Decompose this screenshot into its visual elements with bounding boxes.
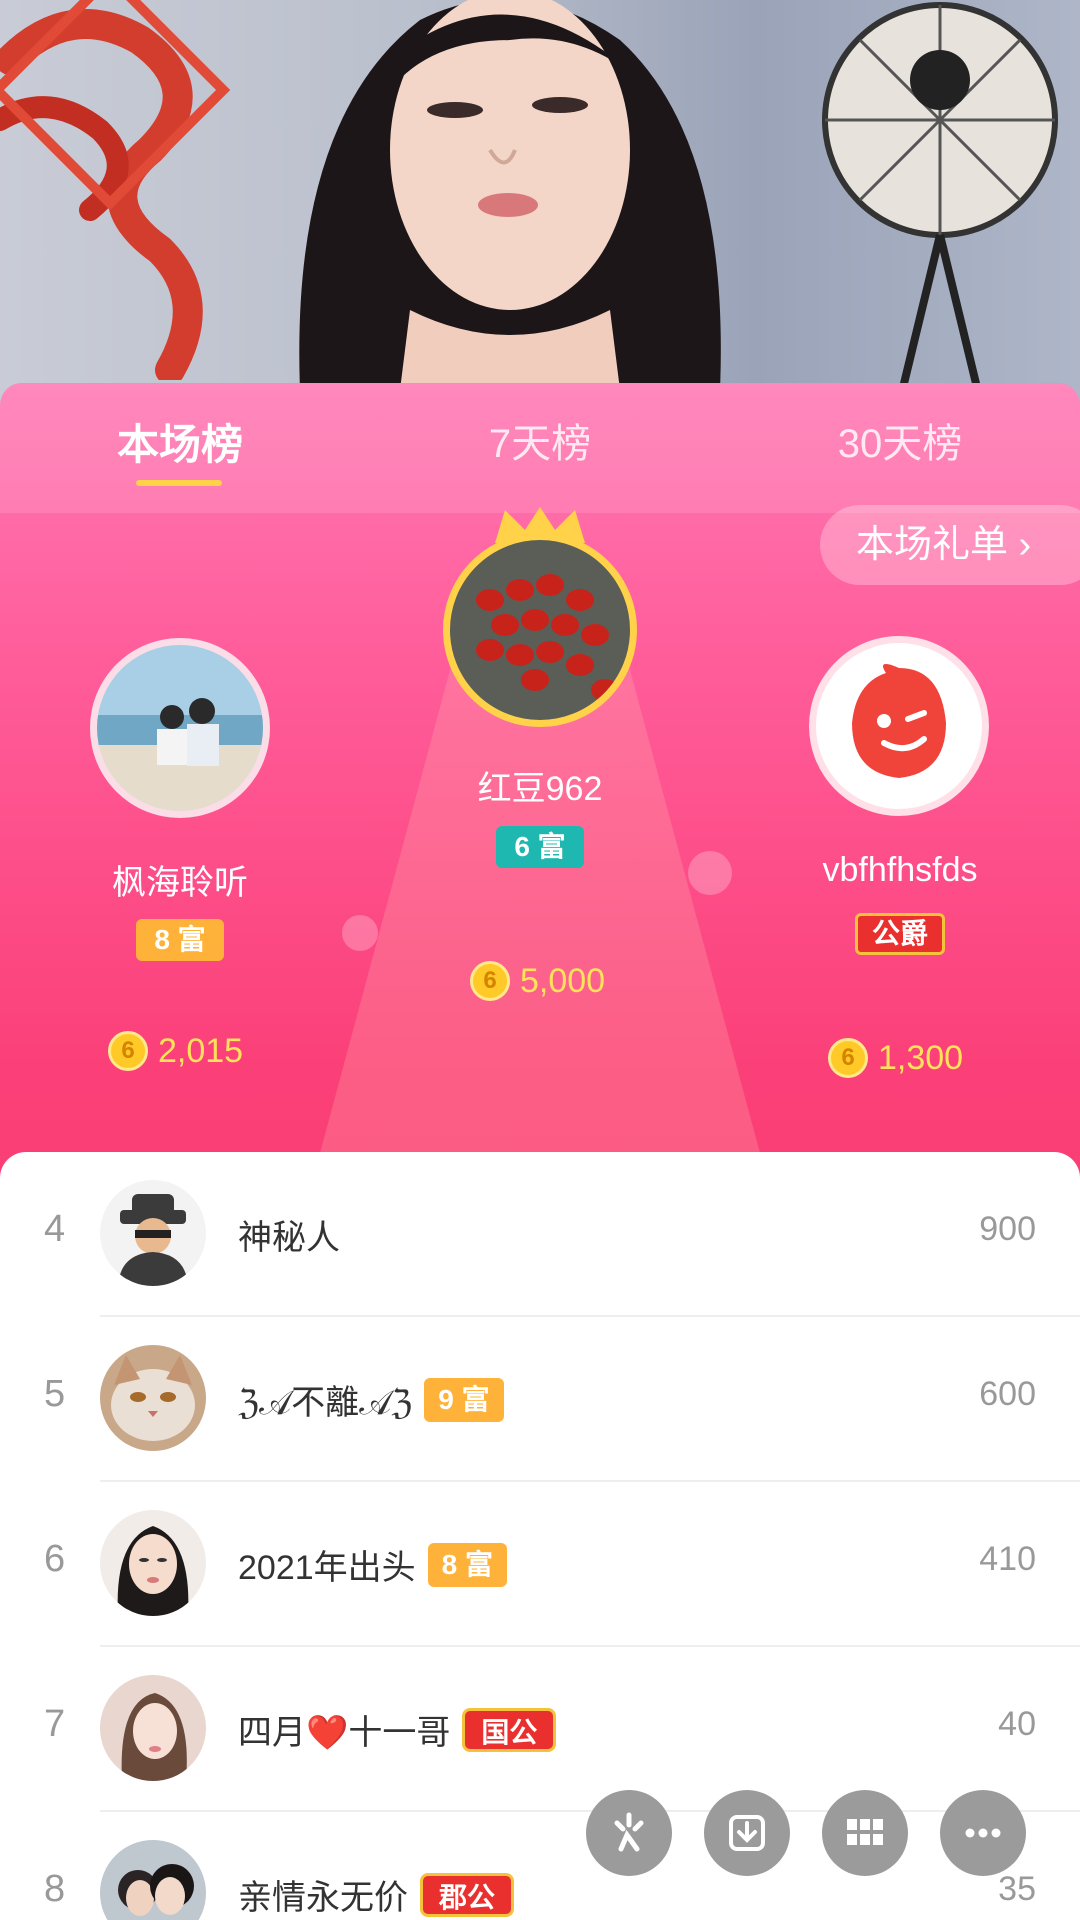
first-place-coin-value: 5,000 (520, 961, 606, 1000)
ranking-list: 4 神秘人 900 5 ℨ𝒜不離𝒜ℨ 9 富 600 6 2021年出头 8 富… (0, 1152, 1080, 1920)
first-place-avatar[interactable] (443, 533, 637, 727)
rank-number: 5 (44, 1373, 66, 1415)
user-avatar (100, 1510, 206, 1616)
third-place-avatar[interactable] (809, 636, 989, 816)
coin-icon: 6 (108, 1031, 148, 1071)
sparkle-icon (614, 1812, 644, 1852)
user-name: 四月❤️十一哥 国公 (238, 1705, 557, 1754)
rank-number: 7 (44, 1703, 66, 1745)
second-place-wealth-badge: 8 富 (136, 919, 224, 961)
list-item[interactable]: 4 神秘人 900 (0, 1152, 1080, 1317)
tab-30-days[interactable]: 30天榜 (820, 411, 980, 469)
list-item[interactable]: 5 ℨ𝒜不離𝒜ℨ 9 富 600 (0, 1317, 1080, 1482)
third-place-title-badge: 公爵 (855, 913, 945, 955)
ring-light-decoration (822, 2, 1058, 400)
live-video-background (0, 0, 1080, 420)
user-name-text: 四月❤️十一哥 (238, 1714, 451, 1752)
more-button[interactable] (940, 1790, 1026, 1876)
second-place-avatar[interactable] (90, 638, 270, 818)
user-avatar (100, 1840, 206, 1920)
leaderboard-tabs: 本场榜 7天榜 30天榜 (0, 383, 1080, 513)
active-tab-indicator (136, 480, 222, 486)
second-place-name: 枫海聆听 (112, 864, 248, 902)
download-icon (729, 1815, 765, 1851)
second-place-coin-value: 2,015 (158, 1031, 244, 1070)
third-place-name: vbfhfhsfds (822, 851, 978, 889)
list-item[interactable]: 7 四月❤️十一哥 国公 40 (0, 1647, 1080, 1812)
user-name-text: ℨ𝒜不離𝒜ℨ (238, 1384, 413, 1422)
first-place-wealth-badge: 6 富 (496, 826, 584, 868)
more-dots-icon (965, 1828, 1001, 1838)
wealth-level-badge: 8 富 (427, 1542, 507, 1587)
share-button[interactable] (586, 1790, 672, 1876)
coin-icon: 6 (470, 961, 510, 1001)
grid-icon (847, 1819, 883, 1845)
list-item[interactable]: 6 2021年出头 8 富 410 (0, 1482, 1080, 1647)
user-avatar (100, 1675, 206, 1781)
streamer-image (299, 0, 721, 390)
first-place-coins: 6 5,000 (470, 961, 605, 1001)
user-score: 900 (979, 1210, 1036, 1248)
user-name-text: 2021年出头 (238, 1549, 416, 1587)
user-name-text: 神秘人 (238, 1219, 340, 1257)
user-avatar (100, 1180, 206, 1286)
rank-number: 4 (44, 1208, 66, 1250)
rank-number: 6 (44, 1538, 66, 1580)
first-place-name: 红豆962 (477, 770, 603, 808)
user-score: 600 (979, 1375, 1036, 1413)
user-score: 40 (998, 1705, 1036, 1743)
user-score: 410 (979, 1540, 1036, 1578)
user-name-text: 亲情永无价 (238, 1879, 408, 1917)
third-place-coins: 6 1,300 (828, 1038, 963, 1078)
gift-list-button[interactable]: 本场礼单 › (820, 505, 1080, 585)
wealth-level-badge: 9 富 (424, 1377, 504, 1422)
noble-title-badge: 国公 (462, 1707, 557, 1752)
user-name: 神秘人 (238, 1210, 340, 1259)
user-name: ℨ𝒜不離𝒜ℨ 9 富 (238, 1375, 504, 1424)
user-score: 35 (998, 1870, 1036, 1908)
apps-button[interactable] (822, 1790, 908, 1876)
download-button[interactable] (704, 1790, 790, 1876)
rank-number: 8 (44, 1868, 66, 1910)
third-place-coin-value: 1,300 (878, 1038, 964, 1077)
tab-current-session[interactable]: 本场榜 (100, 411, 260, 472)
coin-icon: 6 (828, 1038, 868, 1078)
chinese-knot-decoration (0, 0, 231, 380)
user-name: 亲情永无价 郡公 (238, 1870, 515, 1919)
noble-title-badge: 郡公 (420, 1872, 515, 1917)
user-name: 2021年出头 8 富 (238, 1540, 507, 1589)
tab-7-days[interactable]: 7天榜 (460, 411, 620, 469)
user-avatar (100, 1345, 206, 1451)
list-item[interactable]: 8 亲情永无价 郡公 35 (0, 1812, 1080, 1920)
second-place-coins: 6 2,015 (108, 1031, 243, 1071)
